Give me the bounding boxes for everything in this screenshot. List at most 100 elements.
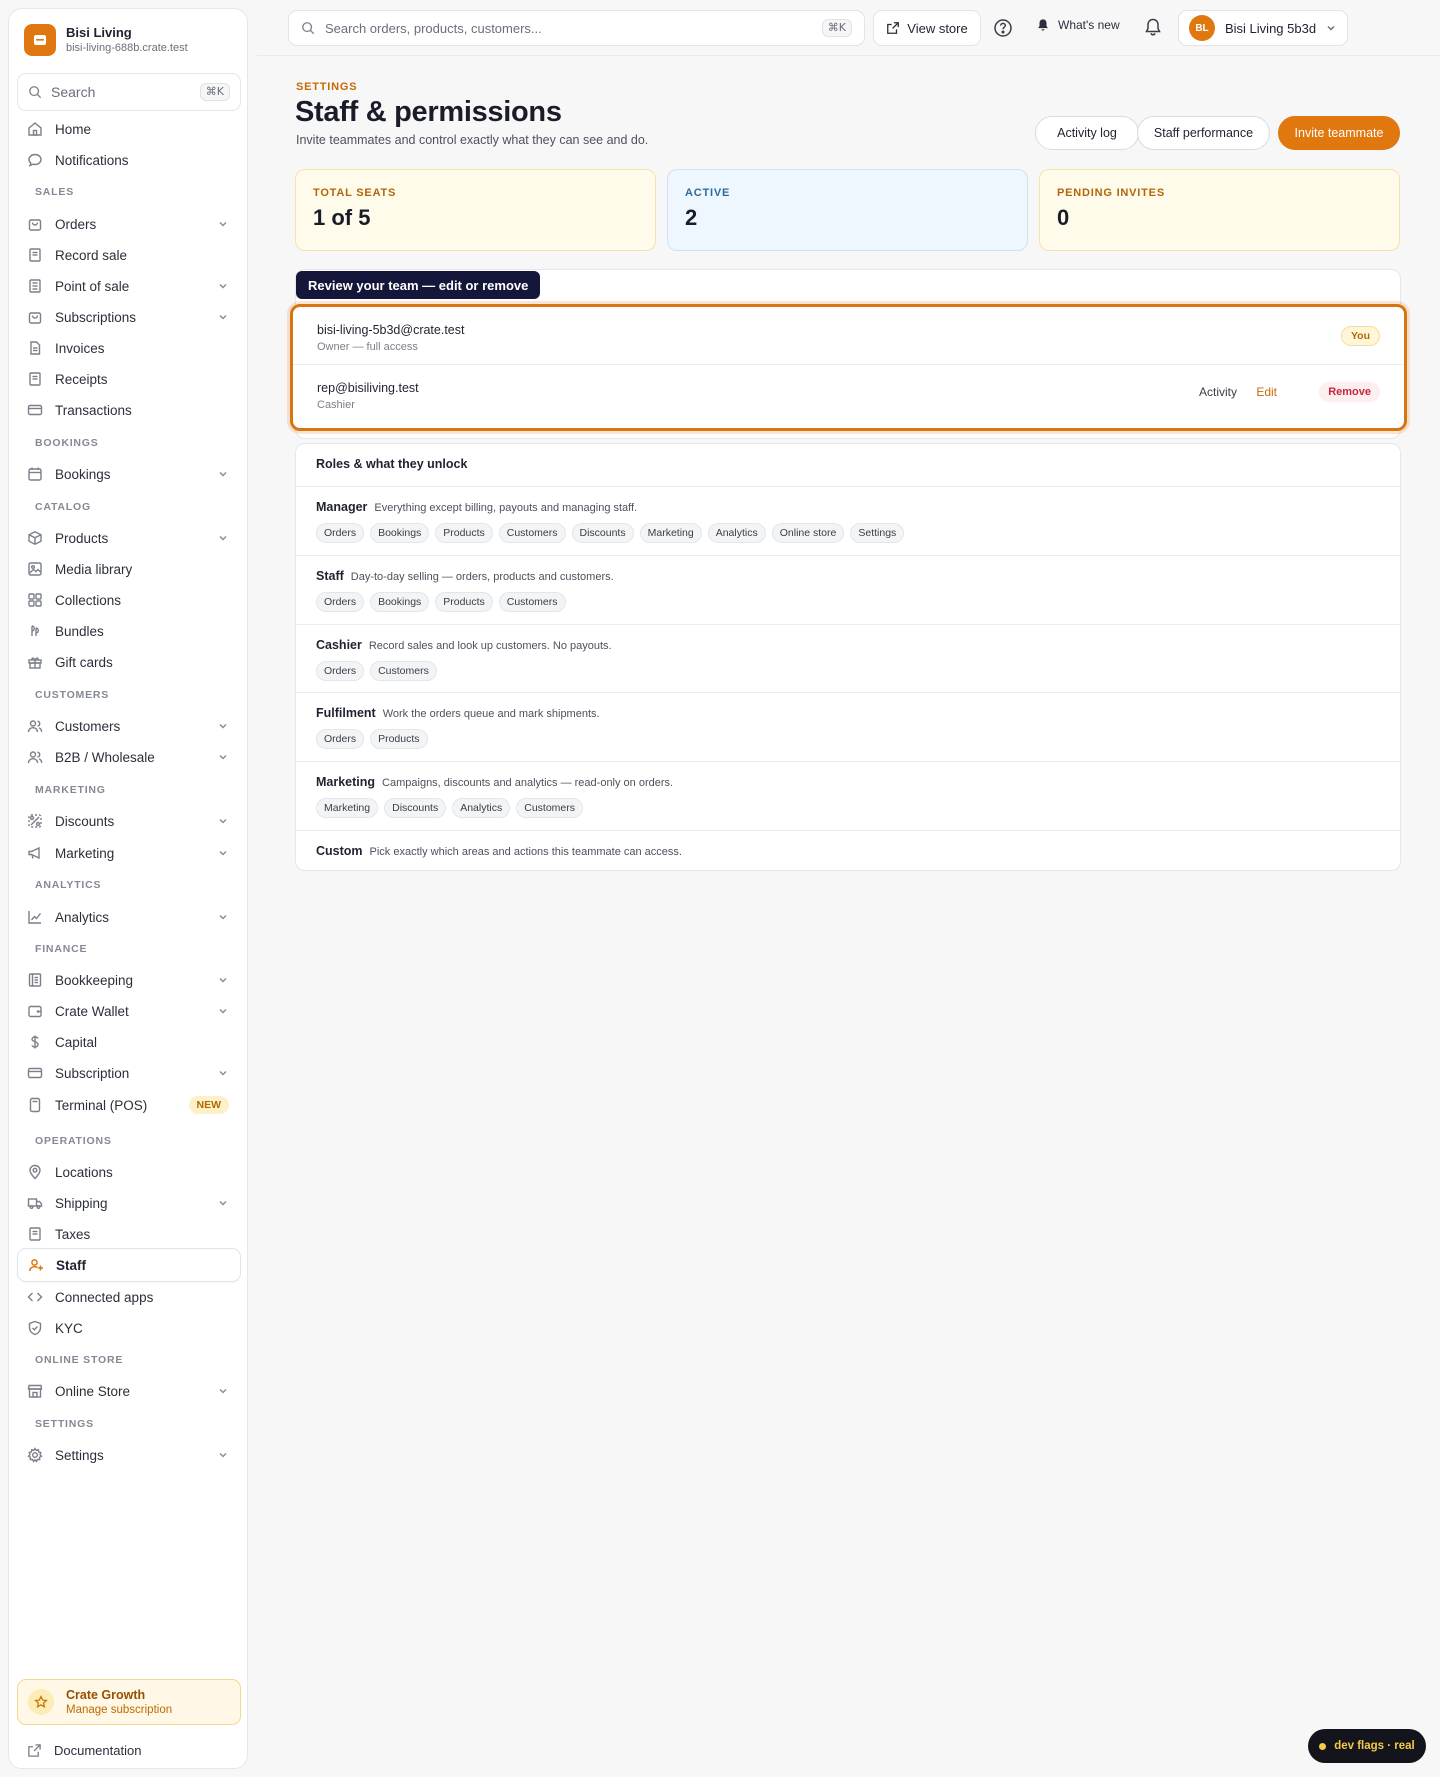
sidebar-item-locations[interactable]: Locations <box>17 1155 241 1189</box>
permission-chip: Orders <box>316 592 365 612</box>
member-email: rep@bisiliving.test <box>317 381 419 395</box>
sidebar-item-connected-apps[interactable]: Connected apps <box>17 1280 241 1314</box>
sidebar-item-bookkeeping[interactable]: Bookkeeping <box>17 963 241 997</box>
documentation-label: Documentation <box>54 1743 142 1758</box>
global-search-placeholder: Search orders, products, customers... <box>325 20 542 36</box>
sidebar-item-settings[interactable]: Settings <box>17 1438 241 1472</box>
sidebar-item-analytics[interactable]: Analytics <box>17 900 241 934</box>
sidebar-item-customers[interactable]: Customers <box>17 709 241 743</box>
member-activity-button[interactable]: Activity <box>1199 385 1237 399</box>
page-subtitle: Invite teammates and control exactly wha… <box>296 133 649 147</box>
sidebar-item-orders[interactable]: Orders <box>17 207 241 241</box>
sidebar-item-marketing[interactable]: Marketing <box>17 836 241 870</box>
dev-flags-toggle[interactable]: dev flags · real <box>1308 1729 1426 1763</box>
sidebar-item-label: Products <box>55 530 109 546</box>
gift-icon <box>28 657 42 669</box>
sidebar-item-gift-cards[interactable]: Gift cards <box>17 645 241 679</box>
code-icon <box>27 1292 43 1302</box>
sidebar-item-media-library[interactable]: Media library <box>17 552 241 586</box>
permission-chip: Customers <box>370 661 437 681</box>
sidebar-search[interactable]: Search ⌘K <box>17 73 241 111</box>
section-label-sales: SALES <box>35 186 75 198</box>
sidebar-item-receipts[interactable]: Receipts <box>17 362 241 396</box>
sidebar-item-label: Settings <box>55 1447 104 1463</box>
sidebar-item-label: Media library <box>55 561 133 577</box>
sidebar-item-transactions[interactable]: Transactions <box>17 393 241 427</box>
chevron-down-icon <box>219 535 227 541</box>
chevron-down-icon <box>1327 25 1335 31</box>
whats-new-button[interactable]: What's new <box>1036 18 1120 32</box>
dev-flags-label: dev flags · real <box>1334 1740 1415 1752</box>
sidebar-item-terminal[interactable]: Terminal (POS) NEW <box>17 1088 241 1122</box>
store-name: Bisi Living <box>66 25 132 40</box>
permission-chip: Discounts <box>384 798 447 818</box>
permission-chip: Analytics <box>707 523 766 543</box>
sidebar-item-notifications[interactable]: Notifications <box>17 143 241 177</box>
crate-growth-card[interactable]: Crate Growth Manage subscription <box>17 1679 241 1725</box>
manage-subscription-link[interactable]: Manage subscription <box>66 1703 172 1717</box>
brand[interactable]: Bisi Living bisi-living-688b.crate.test <box>24 24 188 56</box>
documentation-link[interactable]: Documentation <box>27 1743 141 1758</box>
stat-label: TOTAL SEATS <box>313 187 397 199</box>
home-icon <box>28 122 42 136</box>
view-store-button[interactable]: View store <box>873 10 981 46</box>
role-name: Custom <box>316 844 363 858</box>
sidebar-item-bundles[interactable]: Bundles <box>17 614 241 648</box>
sidebar-item-shipping[interactable]: Shipping <box>17 1186 241 1220</box>
new-badge: NEW <box>188 1096 229 1114</box>
sidebar-item-label: Taxes <box>55 1226 91 1242</box>
sidebar-item-invoices[interactable]: Invoices <box>17 331 241 365</box>
member-remove-button[interactable]: Remove <box>1319 382 1380 402</box>
notifications-bell-icon[interactable] <box>1143 17 1163 37</box>
sidebar-item-crate-wallet[interactable]: Crate Wallet <box>17 994 241 1028</box>
section-label-catalog: CATALOG <box>35 501 91 513</box>
sidebar-item-b2b-wholesale[interactable]: B2B / Wholesale <box>17 740 241 774</box>
sidebar-item-collections[interactable]: Collections <box>17 583 241 617</box>
chevron-down-icon <box>219 977 227 983</box>
sidebar-item-capital[interactable]: Capital <box>17 1025 241 1059</box>
sidebar-item-label: Marketing <box>55 845 115 861</box>
sidebar-item-bookings[interactable]: Bookings <box>17 457 241 491</box>
avatar: BL <box>1189 15 1215 41</box>
sidebar-item-home[interactable]: Home <box>17 112 241 146</box>
permission-chip: Online store <box>771 523 845 543</box>
gear-icon <box>27 1447 43 1463</box>
sidebar-item-subscription[interactable]: Subscription <box>17 1056 241 1090</box>
section-label-customers: CUSTOMERS <box>35 689 110 701</box>
role-description: Everything except billing, payouts and m… <box>374 502 638 514</box>
sidebar-item-kyc[interactable]: KYC <box>17 1311 241 1345</box>
section-label-bookings: BOOKINGS <box>35 437 99 449</box>
member-edit-button[interactable]: Edit <box>1256 385 1277 399</box>
chevron-down-icon <box>219 1200 227 1206</box>
sidebar-item-label: Locations <box>55 1164 113 1180</box>
sidebar-item-point-of-sale[interactable]: Point of sale <box>17 269 241 303</box>
users-icon <box>27 751 43 764</box>
user-plus-icon <box>29 1259 43 1272</box>
credit-card-icon <box>27 404 43 416</box>
external-link-icon <box>28 1744 41 1757</box>
activity-log-button[interactable]: Activity log <box>1035 116 1139 150</box>
account-switcher[interactable]: BL Bisi Living 5b3d <box>1178 10 1348 46</box>
external-link-icon <box>887 22 900 34</box>
sidebar-search-placeholder: Search <box>51 84 96 100</box>
staff-performance-button[interactable]: Staff performance <box>1137 116 1270 150</box>
stat-active: ACTIVE 2 <box>667 169 1028 251</box>
chevron-down-icon <box>219 314 227 320</box>
sidebar-item-products[interactable]: Products <box>17 521 241 555</box>
sidebar-item-discounts[interactable]: Discounts <box>17 804 241 838</box>
sidebar-item-label: Bookkeeping <box>55 972 134 988</box>
invite-teammate-button[interactable]: Invite teammate <box>1278 116 1400 150</box>
sidebar-item-label: Collections <box>55 592 122 608</box>
global-search-input[interactable]: Search orders, products, customers... ⌘K <box>288 10 865 46</box>
sidebar-item-record-sale[interactable]: Record sale <box>17 238 241 272</box>
stat-value: 0 <box>1057 205 1070 230</box>
sidebar-item-staff[interactable]: Staff <box>17 1248 241 1282</box>
role-name: Cashier <box>316 638 362 652</box>
sidebar-item-subscriptions[interactable]: Subscriptions <box>17 300 241 334</box>
permission-chip: Analytics <box>452 798 511 818</box>
section-label-settings: SETTINGS <box>35 1418 94 1430</box>
bell-filled-icon <box>1038 19 1048 31</box>
sidebar-item-taxes[interactable]: Taxes <box>17 1217 241 1251</box>
help-icon[interactable] <box>993 18 1013 38</box>
sidebar-item-online-store[interactable]: Online Store <box>17 1374 241 1408</box>
